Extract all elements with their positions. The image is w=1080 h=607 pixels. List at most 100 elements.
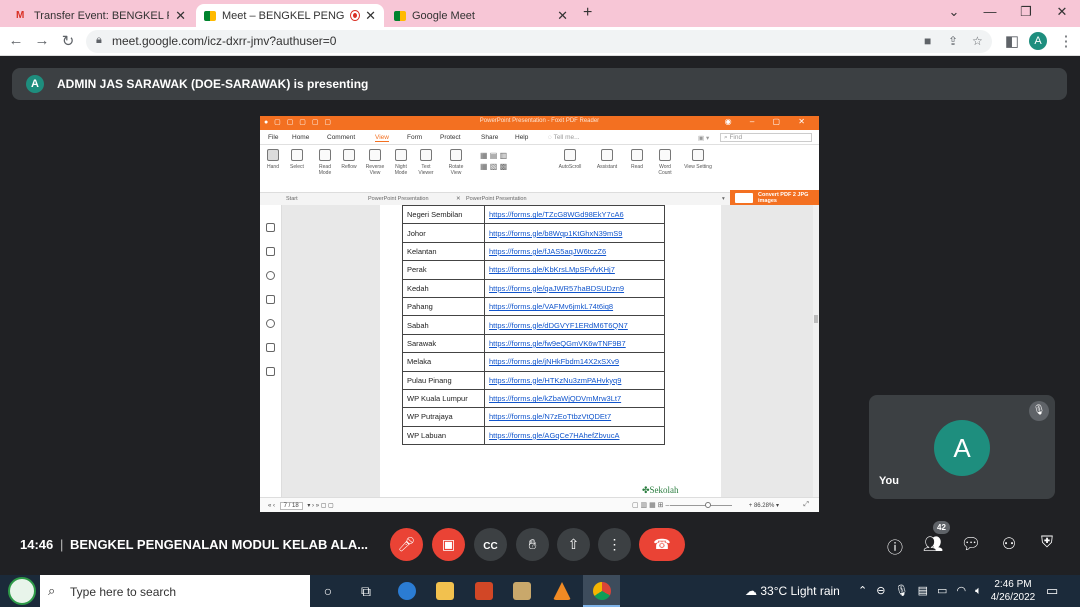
chat-button[interactable]: 💬︎ bbox=[960, 534, 982, 554]
powerpoint-icon[interactable] bbox=[475, 582, 493, 600]
tab-list-icon[interactable]: ▾ bbox=[722, 196, 725, 202]
zoom-slider[interactable] bbox=[670, 505, 732, 506]
zoom-level[interactable]: + 86.28% ▾ bbox=[749, 502, 779, 509]
ribbon-assistant[interactable]: Assistant bbox=[593, 149, 621, 170]
mic-toggle-button[interactable]: 🎤︎ bbox=[390, 528, 423, 561]
form-link[interactable]: https://forms.gle/fw9eQGmVK6wTNF9B7 bbox=[484, 333, 665, 354]
edge-icon[interactable] bbox=[398, 582, 416, 600]
form-link[interactable]: https://forms.gle/HTKzNu3zmPAHvkyq9 bbox=[484, 370, 665, 390]
security-icon[interactable] bbox=[266, 343, 275, 352]
taskbar-clock[interactable]: 2:46 PM 4/26/2022 bbox=[990, 578, 1036, 604]
menu-view[interactable]: View bbox=[375, 134, 389, 142]
form-link[interactable]: https://forms.gle/TZcG8WGd98EkY7cA6 bbox=[484, 204, 665, 225]
tab-meet-bengkel[interactable]: Meet – BENGKEL PENGENAL ✕ bbox=[196, 4, 384, 27]
notification-icon[interactable]: ▭ bbox=[1046, 583, 1058, 599]
minimize-icon[interactable]: — bbox=[972, 2, 1008, 22]
view-mode-icons[interactable]: ▢ ▥ ▦ ⊞ – bbox=[632, 501, 669, 509]
doc-tab-start[interactable]: Start bbox=[286, 196, 298, 202]
form-link[interactable]: https://forms.gle/KbKrsLMpSFvfvKHj7 bbox=[484, 260, 665, 280]
ribbon-night-mode[interactable]: Night Mode bbox=[390, 149, 412, 176]
menu-file[interactable]: File bbox=[268, 134, 278, 141]
ribbon-rotate-view[interactable]: Rotate View bbox=[445, 149, 467, 176]
close-window-icon[interactable]: ✕ bbox=[1044, 2, 1080, 22]
attachments-icon[interactable] bbox=[266, 319, 275, 328]
ribbon-hand[interactable]: Hand bbox=[262, 149, 284, 170]
fullscreen-icon[interactable]: ⤢ bbox=[803, 501, 809, 509]
doc-tab-presentation-1[interactable]: PowerPoint Presentation bbox=[368, 196, 429, 202]
ribbon-read-mode[interactable]: Read Mode bbox=[314, 149, 336, 176]
convert-ad-banner[interactable]: Convert PDF 2 JPG images bbox=[730, 190, 819, 206]
menu-protect[interactable]: Protect bbox=[440, 134, 461, 141]
file-explorer-icon[interactable] bbox=[436, 582, 454, 600]
form-link[interactable]: https://forms.gle/AGqCe7HAhefZbvucA bbox=[484, 425, 665, 446]
form-link[interactable]: https://forms.gle/qaJWR57haBDSUDzn9 bbox=[484, 278, 665, 298]
menu-comment[interactable]: Comment bbox=[327, 134, 355, 141]
tab-google-meet[interactable]: Google Meet ✕ bbox=[386, 4, 576, 27]
menu-help[interactable]: Help bbox=[515, 134, 528, 141]
ribbon-autoscroll[interactable]: AutoScroll bbox=[555, 149, 585, 170]
present-button[interactable]: ⇧ bbox=[557, 528, 590, 561]
reload-icon[interactable]: ↻ bbox=[58, 32, 78, 50]
close-tab-icon[interactable]: ✕ bbox=[365, 8, 376, 24]
chrome-menu-icon[interactable]: ⋮ bbox=[1056, 32, 1076, 50]
system-tray-icons[interactable]: ⌃ ⊖ 🎙︎ ▤ ▭ ◠ 🔈︎ bbox=[858, 584, 985, 598]
end-call-button[interactable]: ☎︎ bbox=[639, 528, 685, 561]
share-icon[interactable]: ⇪ bbox=[948, 34, 958, 48]
ribbon-text-viewer[interactable]: Text Viewer bbox=[415, 149, 437, 176]
comments-icon[interactable] bbox=[266, 271, 275, 280]
camera-toggle-button[interactable]: ▣ bbox=[432, 528, 465, 561]
tab-gmail-transfer-event[interactable]: M Transfer Event: BENGKEL PENGEN ✕ bbox=[8, 4, 194, 27]
back-icon[interactable]: ← bbox=[6, 32, 26, 49]
bookmark-star-icon[interactable]: ☆ bbox=[972, 34, 983, 48]
ribbon-view-setting[interactable]: View Setting bbox=[684, 149, 712, 170]
close-tab-icon[interactable]: ✕ bbox=[557, 8, 568, 24]
start-button[interactable] bbox=[0, 575, 40, 607]
layout-icon[interactable]: ▣ ▾ bbox=[698, 134, 709, 142]
close-tab-icon[interactable]: ✕ bbox=[175, 8, 186, 24]
ribbon-read[interactable]: Read bbox=[626, 149, 648, 170]
menu-share[interactable]: Share bbox=[481, 134, 498, 141]
form-link[interactable]: https://forms.gle/dDGVYF1ERdM6T6QN7 bbox=[484, 315, 665, 335]
raise-hand-button[interactable]: ✋︎ bbox=[516, 528, 549, 561]
address-bar[interactable]: 🔒︎ meet.google.com/icz-dxrr-jmv?authuser… bbox=[86, 30, 992, 53]
page-navigator[interactable]: « ‹ 7 / 18 ▾ › » ▢ ▢ bbox=[268, 502, 334, 510]
app-icon[interactable] bbox=[513, 582, 531, 600]
weather-widget[interactable]: ☁ 33°C Light rain bbox=[745, 584, 840, 598]
form-link[interactable]: https://forms.gle/b8Wqp1KtGhxN39mS9 bbox=[484, 223, 665, 243]
ribbon-select[interactable]: Select bbox=[286, 149, 308, 170]
form-link[interactable]: https://forms.gle/N7zEoTtbzVtQDEt7 bbox=[484, 407, 665, 427]
more-options-button[interactable]: ⋮ bbox=[598, 528, 631, 561]
ribbon-word-count[interactable]: Word Count bbox=[654, 149, 676, 176]
task-view-icon[interactable]: ⧉ bbox=[356, 581, 376, 601]
chrome-taskbar-button[interactable] bbox=[583, 575, 620, 607]
close-doc-icon[interactable]: ✕ bbox=[456, 196, 461, 202]
side-panel-icon[interactable]: ◧ bbox=[1002, 32, 1022, 50]
form-link[interactable]: https://forms.gle/fJAS5aqJW6tczZ6 bbox=[484, 241, 665, 262]
camera-icon[interactable]: ■ bbox=[924, 34, 931, 48]
ribbon-reflow[interactable]: Reflow bbox=[338, 149, 360, 170]
vlc-icon[interactable] bbox=[553, 582, 571, 600]
forward-icon[interactable]: → bbox=[32, 32, 52, 49]
captions-button[interactable]: CC bbox=[474, 528, 507, 561]
new-tab-button[interactable]: + bbox=[583, 4, 592, 22]
page-number-field[interactable]: 7 / 18 bbox=[279, 502, 303, 510]
cortana-icon[interactable]: ○ bbox=[318, 581, 338, 601]
restore-icon[interactable]: ❐ bbox=[1008, 2, 1044, 22]
layers-icon[interactable] bbox=[266, 295, 275, 304]
profile-avatar[interactable]: A bbox=[1029, 32, 1047, 50]
taskbar-search[interactable]: ⌕ Type here to search bbox=[40, 575, 310, 607]
find-input[interactable]: ⌕ Find bbox=[720, 133, 812, 142]
ribbon-reverse-view[interactable]: Reverse View bbox=[364, 149, 386, 176]
host-controls-button[interactable]: ⛨ bbox=[1036, 534, 1058, 552]
tell-me-field[interactable]: ◌ Tell me... bbox=[548, 134, 580, 141]
signature-icon[interactable] bbox=[266, 367, 275, 376]
scroll-thumb[interactable] bbox=[814, 315, 818, 323]
form-link[interactable]: https://forms.gle/VAFMv6jmkL74t6iq8 bbox=[484, 296, 665, 317]
menu-form[interactable]: Form bbox=[407, 134, 422, 141]
menu-home[interactable]: Home bbox=[292, 134, 309, 141]
bookmark-icon[interactable] bbox=[266, 223, 275, 232]
meeting-info-button[interactable]: ⓘ bbox=[884, 534, 906, 558]
form-link[interactable]: https://forms.gle/jNHkFbdm14X2xSXv9 bbox=[484, 352, 665, 372]
pdf-canvas[interactable]: Negeri Sembilan https://forms.gle/TZcG8WG… bbox=[282, 204, 813, 497]
doc-tab-presentation-2[interactable]: PowerPoint Presentation bbox=[466, 196, 527, 202]
